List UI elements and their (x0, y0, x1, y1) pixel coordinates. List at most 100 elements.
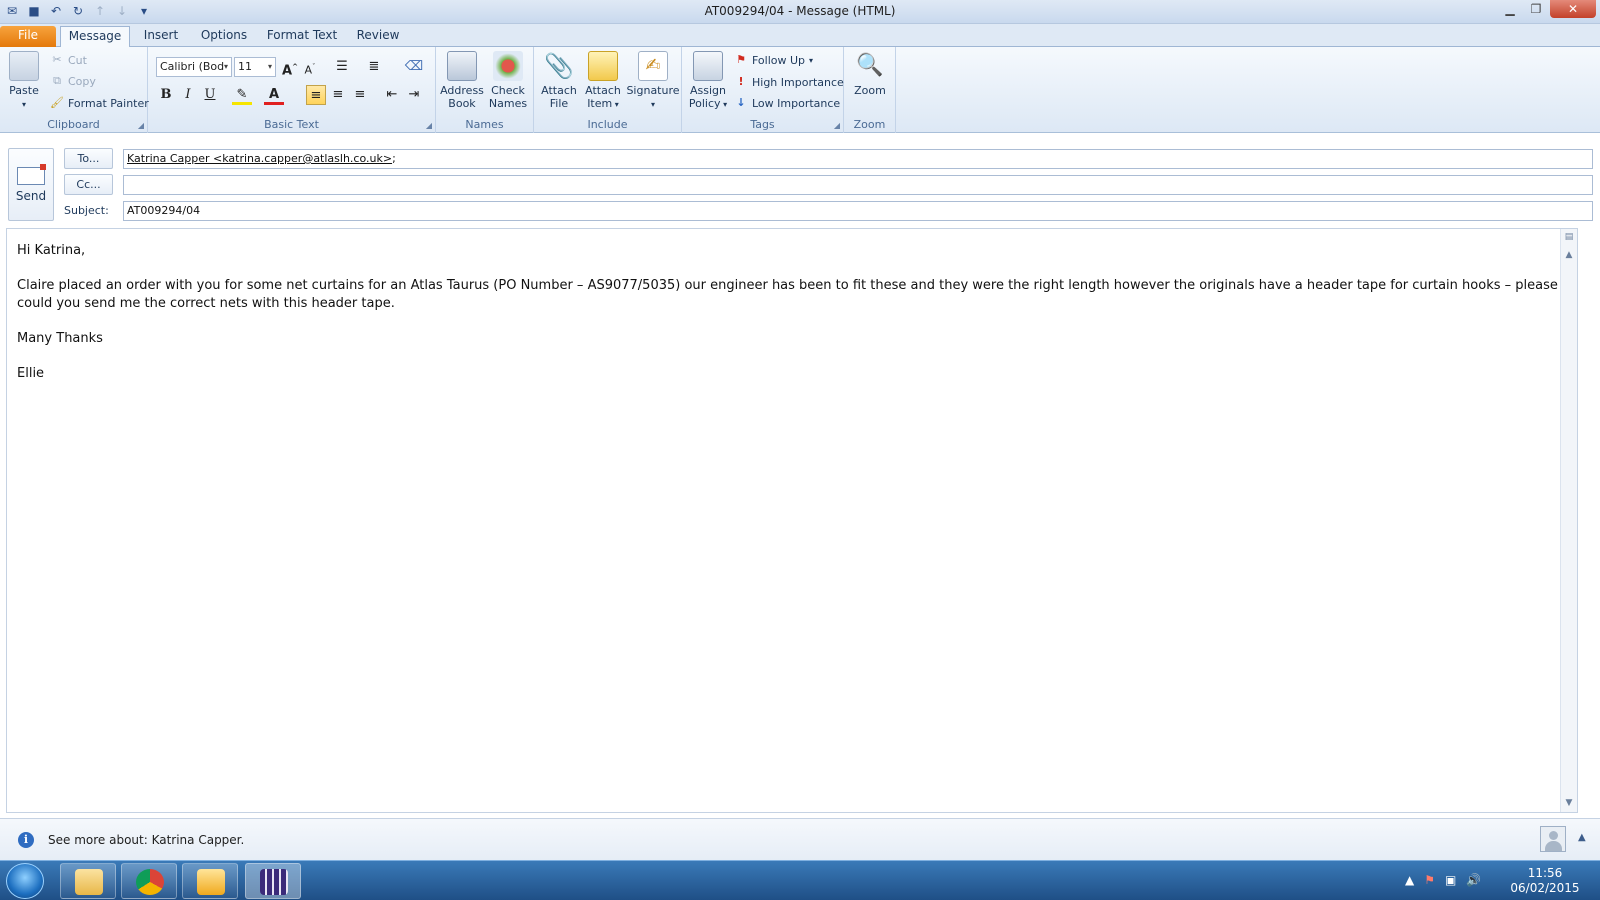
cc-field[interactable] (123, 175, 1593, 195)
basic-text-launcher-icon[interactable]: ◢ (426, 121, 432, 130)
copy-button[interactable]: ⧉ Copy (50, 74, 96, 88)
high-importance-label: High Importance (752, 75, 844, 89)
cc-button[interactable]: Cc... (64, 174, 113, 195)
clock-date: 06/02/2015 (1510, 881, 1580, 895)
people-pane: i See more about: Katrina Capper. ▲ (0, 818, 1600, 860)
people-pane-text[interactable]: See more about: Katrina Capper. (48, 833, 244, 847)
maximize-button[interactable]: ❐ (1523, 0, 1549, 18)
paste-button[interactable]: Paste ▾ (6, 51, 42, 111)
scroll-up-icon[interactable]: ▲ (1561, 247, 1577, 263)
include-group-label: Include (587, 118, 628, 131)
clear-formatting-icon[interactable]: ⌫ (404, 57, 424, 77)
magnifier-icon: 🔍 (856, 53, 884, 78)
taskbar-app-active[interactable] (245, 863, 301, 899)
vertical-scrollbar[interactable]: ▤ ▲ ▼ (1560, 229, 1577, 812)
names-group-label: Names (465, 118, 504, 131)
zoom-button[interactable]: 🔍 Zoom (848, 51, 892, 97)
paste-icon (9, 51, 39, 81)
high-importance-button[interactable]: ! High Importance (734, 75, 844, 89)
message-body[interactable]: Hi Katrina, Claire placed an order with … (6, 228, 1578, 813)
zoom-group: 🔍 Zoom Zoom (844, 47, 896, 133)
down-arrow-icon: ↓ (736, 96, 746, 109)
underline-button[interactable]: U (200, 85, 220, 105)
chrome-icon (136, 869, 164, 895)
taskbar-explorer[interactable] (60, 863, 116, 899)
taskbar: ▲ ⚑ ▣ 🔊 11:56 06/02/2015 (0, 860, 1600, 900)
action-center-flag-icon[interactable]: ⚑ (1424, 873, 1435, 887)
follow-up-button[interactable]: ⚑ Follow Up ▾ (734, 53, 813, 67)
close-button[interactable]: ✕ (1550, 0, 1596, 18)
envelope-icon (588, 51, 618, 81)
subject-field[interactable]: AT009294/04 (123, 201, 1593, 221)
show-hidden-icons-icon[interactable]: ▲ (1405, 873, 1414, 887)
to-field[interactable]: Katrina Capper <katrina.capper@atlaslh.c… (123, 149, 1593, 169)
tab-message[interactable]: Message (60, 26, 130, 47)
highlight-icon[interactable]: ✎ (232, 85, 252, 105)
tab-insert[interactable]: Insert (138, 26, 184, 47)
italic-button[interactable]: I (178, 85, 198, 105)
message-body-text[interactable]: Hi Katrina, Claire placed an order with … (17, 242, 1567, 400)
numbering-icon[interactable]: ≣ (364, 57, 384, 77)
signature-label: Signature (626, 84, 680, 97)
tags-group: Assign Policy ▾ ⚑ Follow Up ▾ ! High Import… (682, 47, 844, 133)
tags-launcher-icon[interactable]: ◢ (834, 121, 840, 130)
tab-options[interactable]: Options (196, 26, 252, 47)
scroll-down-icon[interactable]: ▼ (1561, 795, 1577, 811)
send-envelope-icon (17, 164, 46, 185)
minimize-button[interactable]: ▁ (1497, 0, 1523, 18)
address-book-icon (447, 51, 477, 81)
clock[interactable]: 11:56 06/02/2015 (1505, 866, 1585, 896)
increase-indent-icon[interactable]: ⇥ (404, 85, 424, 105)
font-name-select[interactable]: Calibri (Bod ▾ (156, 57, 232, 77)
low-importance-button[interactable]: ↓ Low Importance (734, 96, 840, 110)
expand-people-pane-icon[interactable]: ▲ (1578, 832, 1586, 843)
align-right-icon[interactable]: ≡ (350, 85, 370, 105)
ruler-toggle-icon[interactable]: ▤ (1561, 229, 1577, 245)
tab-review[interactable]: Review (352, 26, 404, 47)
scissors-icon: ✂ (52, 53, 62, 66)
taskbar-outlook[interactable] (182, 863, 238, 899)
font-size-select[interactable]: 11 ▾ (234, 57, 276, 77)
clipboard-group-label: Clipboard (47, 118, 100, 131)
shrink-font-icon[interactable]: Aˇ (300, 57, 320, 77)
follow-up-label: Follow Up (752, 53, 806, 67)
to-recipient[interactable]: Katrina Capper <katrina.capper@atlaslh.c… (127, 152, 392, 165)
check-names-button[interactable]: Check Names (486, 51, 530, 110)
zoom-group-label: Zoom (853, 118, 886, 131)
font-color-icon[interactable]: A (264, 85, 284, 105)
font-name-value: Calibri (Bod (160, 60, 225, 73)
calendar-app-icon (260, 869, 288, 895)
address-book-button[interactable]: Address Book (440, 51, 484, 110)
flag-icon: ⚑ (736, 53, 746, 66)
network-icon[interactable]: ▣ (1445, 873, 1456, 887)
exclamation-icon: ! (738, 75, 744, 88)
taskbar-chrome[interactable] (121, 863, 177, 899)
bullets-icon[interactable]: ☰ (332, 57, 352, 77)
align-center-icon[interactable]: ≡ (328, 85, 348, 105)
tab-format-text[interactable]: Format Text (264, 26, 340, 47)
attach-item-button[interactable]: Attach Item ▾ (582, 51, 624, 111)
copy-icon: ⧉ (53, 74, 61, 87)
assign-policy-button[interactable]: Assign Policy ▾ (686, 51, 730, 111)
clipboard-launcher-icon[interactable]: ◢ (138, 121, 144, 130)
send-button[interactable]: Send (8, 148, 54, 221)
volume-icon[interactable]: 🔊 (1466, 873, 1481, 887)
decrease-indent-icon[interactable]: ⇤ (382, 85, 402, 105)
paste-label: Paste (9, 84, 39, 97)
to-button[interactable]: To... (64, 148, 113, 169)
assign-policy-icon (693, 51, 723, 81)
align-left-icon[interactable]: ≡ (306, 85, 326, 105)
attach-file-button[interactable]: 📎 Attach File (538, 51, 580, 110)
format-painter-button[interactable]: 🖌 Format Painter (50, 96, 149, 110)
cut-button[interactable]: ✂ Cut (50, 53, 87, 67)
signature-button[interactable]: ✍ Signature ▾ (626, 51, 680, 111)
title-bar: ✉ ■ ↶ ↻ ↑ ↓ ▾ AT009294/04 - Message (HTM… (0, 0, 1600, 24)
tab-file[interactable]: File (0, 26, 56, 47)
check-names-label: Check Names (488, 84, 528, 110)
body-paragraph: Claire placed an order with you for some… (17, 278, 1558, 311)
ribbon-tabs: File Message Insert Options Format Text … (0, 24, 1600, 67)
grow-font-icon[interactable]: A^ (280, 57, 300, 78)
bold-button[interactable]: B (156, 85, 176, 105)
avatar[interactable] (1540, 826, 1566, 852)
start-button[interactable] (6, 863, 44, 899)
